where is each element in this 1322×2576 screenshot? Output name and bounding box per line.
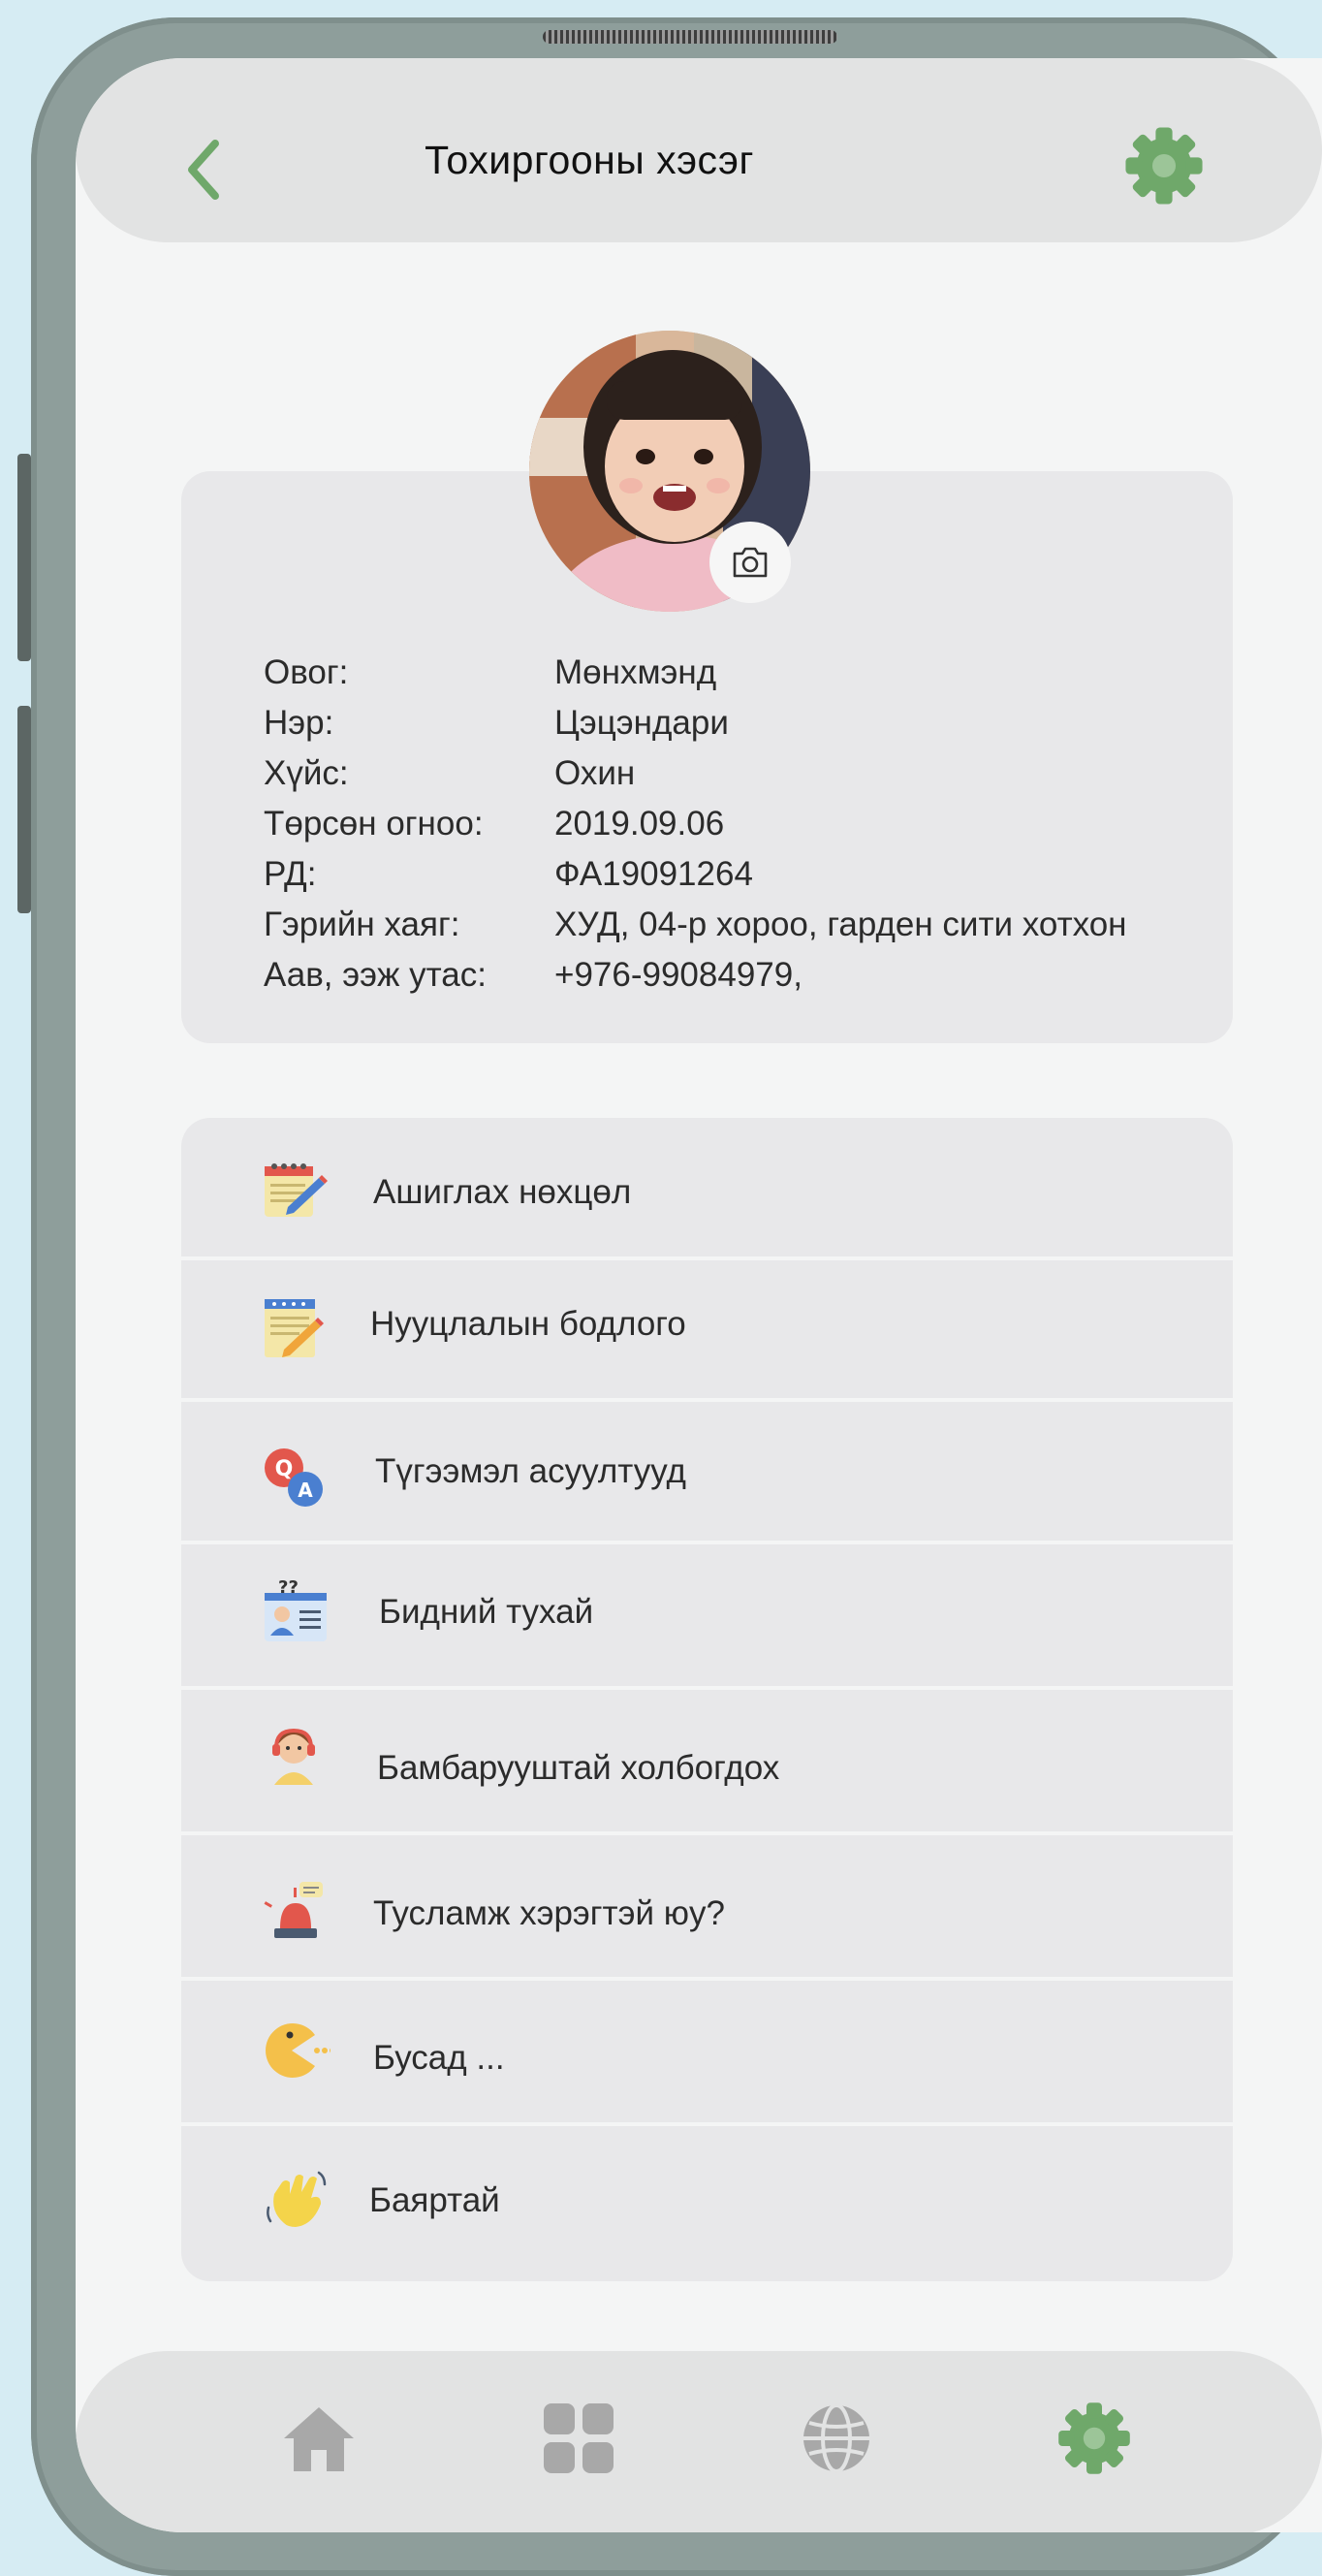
info-value: Цэцэндари bbox=[554, 704, 729, 742]
camera-icon bbox=[733, 547, 768, 578]
info-label: РД: bbox=[264, 855, 317, 893]
menu-item-label: Тусламж хэрэгтэй юу? bbox=[373, 1894, 725, 1932]
notepad-pencil-icon bbox=[265, 1163, 328, 1217]
gear-icon bbox=[1058, 2402, 1130, 2474]
menu-item-label: Бусад ... bbox=[373, 2039, 505, 2077]
settings-button[interactable] bbox=[1122, 124, 1206, 207]
home-icon bbox=[284, 2407, 354, 2471]
power-button bbox=[17, 706, 31, 913]
menu-item-label: Ашиглах нөхцөл bbox=[373, 1173, 632, 1211]
profile-card-icon: ?? bbox=[265, 1579, 327, 1641]
info-label: Төрсөн огноо: bbox=[264, 805, 484, 843]
menu-item-label: Бамбарууштай холбогдох bbox=[377, 1749, 780, 1787]
menu-item-about[interactable]: ?? Бидний тухай bbox=[181, 1544, 1233, 1686]
info-label: Аав, ээж утас: bbox=[264, 956, 487, 994]
info-label: Нэр: bbox=[264, 704, 334, 742]
menu-item-label: Нууцлалын бодлого bbox=[370, 1305, 686, 1343]
pacman-icon bbox=[266, 2023, 330, 2078]
alarm-siren-icon bbox=[264, 1882, 323, 1938]
menu-item-terms[interactable]: Ашиглах нөхцөл bbox=[181, 1118, 1233, 1256]
bottom-nav bbox=[76, 2351, 1322, 2532]
nav-settings[interactable] bbox=[1055, 2400, 1133, 2477]
grid-icon bbox=[544, 2403, 614, 2473]
change-photo-button[interactable] bbox=[709, 522, 791, 603]
svg-text:Q: Q bbox=[275, 1457, 294, 1481]
support-agent-icon bbox=[272, 1728, 315, 1785]
nav-globe[interactable] bbox=[798, 2400, 875, 2477]
info-value: Мөнхмэнд bbox=[554, 653, 717, 691]
nav-grid[interactable] bbox=[540, 2400, 617, 2477]
screen: Тохиргооны хэсэг Овог: Мөнхмэнд Нэр: Цэц… bbox=[76, 58, 1322, 2532]
info-value: 2019.09.06 bbox=[554, 805, 725, 843]
menu-item-contact[interactable]: Бамбарууштай холбогдох bbox=[181, 1690, 1233, 1831]
speaker-grille bbox=[543, 30, 837, 44]
volume-button bbox=[17, 454, 31, 661]
nav-home[interactable] bbox=[280, 2400, 358, 2477]
info-value: ХУД, 04-р хороо, гарден сити хотхон bbox=[554, 906, 1127, 943]
menu-item-logout[interactable]: Баяртай bbox=[181, 2126, 1233, 2281]
info-label: Гэрийн хаяг: bbox=[264, 906, 460, 943]
info-label: Овог: bbox=[264, 653, 349, 691]
menu-item-label: Бидний тухай bbox=[379, 1593, 594, 1631]
info-value: ФА19091264 bbox=[554, 855, 753, 893]
gear-icon bbox=[1125, 127, 1203, 205]
menu-item-label: Баяртай bbox=[369, 2181, 500, 2219]
menu-item-faq[interactable]: Q A Түгээмэл асуултууд bbox=[181, 1402, 1233, 1541]
svg-text:A: A bbox=[298, 1479, 313, 1502]
settings-menu: Ашиглах нөхцөл Нууцлалын бодлого Q A Түг… bbox=[181, 1118, 1233, 2281]
menu-item-privacy[interactable]: Нууцлалын бодлого bbox=[181, 1260, 1233, 1398]
menu-item-other[interactable]: Бусад ... bbox=[181, 1981, 1233, 2122]
info-value: +976-99084979, bbox=[554, 956, 803, 994]
info-value: Охин bbox=[554, 754, 636, 792]
globe-icon bbox=[803, 2403, 869, 2473]
page-title: Тохиргооны хэсэг bbox=[425, 138, 754, 182]
info-label: Хүйс: bbox=[264, 754, 349, 792]
waving-hand-icon bbox=[267, 2171, 327, 2227]
menu-item-help[interactable]: Тусламж хэрэгтэй юу? bbox=[181, 1835, 1233, 1977]
document-pencil-icon bbox=[265, 1299, 324, 1357]
top-bar: Тохиргооны хэсэг bbox=[76, 58, 1322, 242]
menu-item-label: Түгээмэл асуултууд bbox=[375, 1452, 686, 1490]
q-and-a-icon: Q A bbox=[265, 1448, 323, 1507]
svg-text:??: ?? bbox=[278, 1579, 299, 1598]
